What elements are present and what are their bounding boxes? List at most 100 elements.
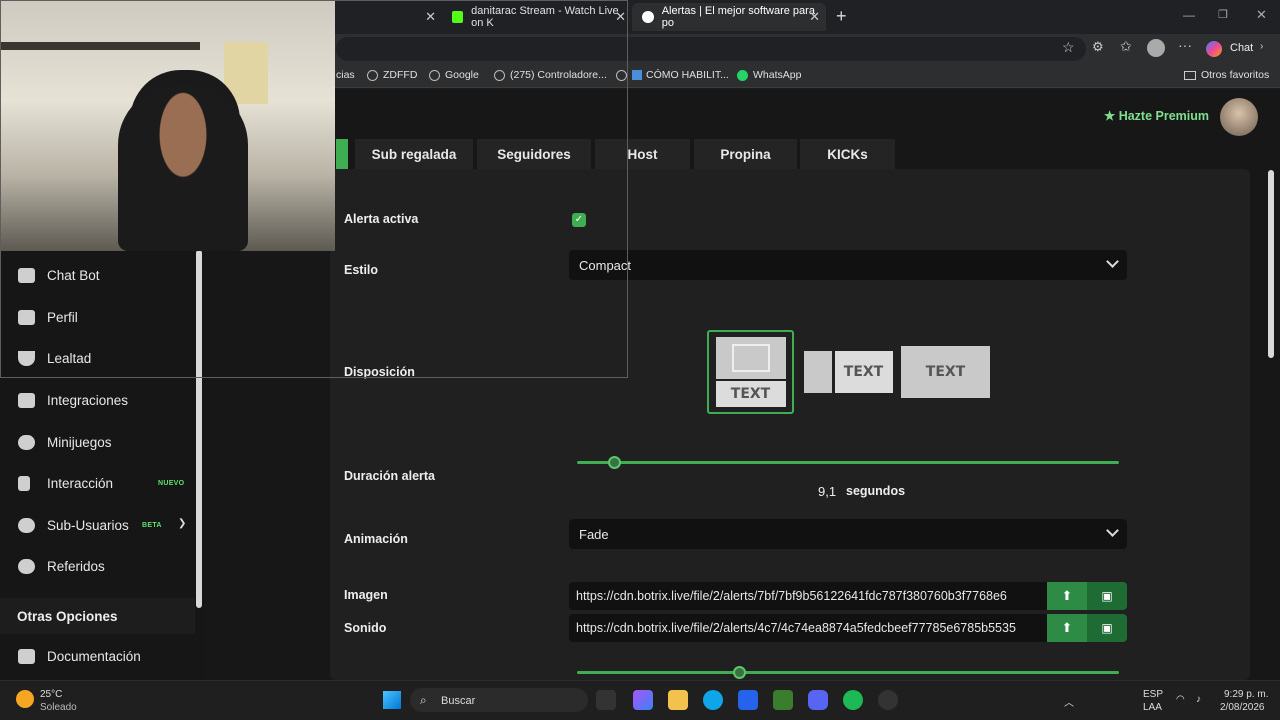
animation-label: Animación	[344, 532, 408, 546]
spotify-icon[interactable]	[843, 690, 863, 710]
windows-start-icon[interactable]	[383, 691, 401, 709]
close-window-icon[interactable]: ✕	[1256, 7, 1267, 23]
profile-icon[interactable]	[1147, 39, 1165, 57]
clock-time[interactable]: 9:29 p. m.	[1224, 689, 1268, 700]
webcam-frame	[0, 0, 628, 378]
task-view-icon[interactable]	[596, 690, 616, 710]
chevron-down-icon[interactable]: ❯	[178, 518, 186, 529]
image-url-input[interactable]: https://cdn.botrix.live/file/2/alerts/7b…	[569, 582, 1047, 610]
sound-label: Sonido	[344, 621, 387, 635]
botrix-icon	[642, 11, 654, 23]
image-placeholder-icon	[715, 337, 786, 379]
gallery-icon: ▣	[1101, 621, 1113, 635]
sidebar-item-minijuegos[interactable]: Minijuegos	[18, 435, 112, 450]
volume-slider[interactable]	[577, 671, 1119, 674]
sidebar-item-sub-usuarios[interactable]: Sub-Usuarios	[18, 518, 129, 533]
language-top[interactable]: ESP	[1143, 689, 1163, 700]
tab-propina[interactable]: Propina	[694, 139, 797, 169]
volume-icon[interactable]: ♪	[1196, 694, 1201, 705]
sidebar-item-interaccion[interactable]: Interacción	[18, 476, 113, 491]
copilot-icon	[1206, 41, 1222, 57]
star-icon: ★	[1104, 109, 1116, 123]
browser-tab-alertas[interactable]: Alertas | El mejor software para po ✕	[632, 3, 826, 31]
style-select[interactable]: Compact	[569, 250, 1127, 280]
file-explorer-icon[interactable]	[668, 690, 688, 710]
weather-icon	[16, 690, 34, 708]
gamepad-icon	[18, 435, 35, 450]
tab-label: Alertas | El mejor software para po	[661, 5, 815, 29]
music-icon	[18, 476, 30, 491]
upload-icon: ⬆	[1061, 620, 1073, 635]
section-title: Otras Opciones	[17, 609, 118, 624]
obs-icon[interactable]	[878, 690, 898, 710]
folder-icon	[1184, 70, 1196, 80]
bookmark-item[interactable]: CÓMO HABILIT...	[616, 69, 729, 81]
new-badge: NUEVO	[158, 480, 185, 487]
gallery-icon: ▣	[1101, 589, 1113, 603]
upload-sound-button[interactable]: ⬆	[1047, 614, 1087, 642]
layout-option-overlay[interactable]: TEXT	[901, 330, 990, 414]
duration-slider-handle[interactable]	[607, 456, 621, 469]
taskbar-search[interactable]	[410, 688, 588, 712]
chevron-down-icon	[1106, 255, 1119, 268]
sidebar-item-documentacion[interactable]: Documentación	[18, 649, 141, 664]
volume-slider-handle[interactable]	[732, 666, 746, 679]
tab-kicks[interactable]: KICKs	[800, 139, 895, 169]
m365-icon[interactable]	[633, 690, 653, 710]
restore-icon[interactable]: ❐	[1218, 8, 1228, 21]
duration-label: Duración alerta	[344, 469, 436, 483]
gallery-sound-button[interactable]: ▣	[1087, 614, 1127, 642]
layout-option-stacked[interactable]: TEXT	[707, 330, 794, 414]
premium-button[interactable]: ★ Hazte Premium	[1104, 108, 1209, 123]
store-icon[interactable]	[738, 690, 758, 710]
bookmark-item[interactable]: WhatsApp	[737, 69, 801, 81]
other-favorites[interactable]: Otros favoritos	[1184, 69, 1269, 81]
upload-icon: ⬆	[1061, 588, 1073, 603]
duration-value: 9,1	[818, 484, 837, 499]
animation-select[interactable]: Fade	[569, 519, 1127, 549]
upload-image-button[interactable]: ⬆	[1047, 582, 1087, 610]
page-scrollbar[interactable]	[1268, 170, 1274, 358]
whatsapp-icon	[737, 69, 748, 81]
image-label: Imagen	[344, 588, 388, 602]
clock-date[interactable]: 2/08/2026	[1220, 702, 1265, 713]
chat-button[interactable]: Chat	[1230, 42, 1253, 54]
wifi-icon[interactable]: ◠	[1176, 694, 1185, 705]
beta-badge: BETA	[142, 522, 162, 529]
chevron-right-icon[interactable]: ›	[1260, 41, 1263, 52]
avatar[interactable]	[1220, 98, 1258, 136]
language-bottom[interactable]: LAA	[1143, 702, 1162, 713]
gallery-image-button[interactable]: ▣	[1087, 582, 1127, 610]
duration-slider[interactable]	[577, 461, 1119, 464]
minimize-icon[interactable]: —	[1183, 8, 1195, 22]
integrations-icon	[18, 393, 35, 408]
sound-url-input[interactable]: https://cdn.botrix.live/file/2/alerts/4c…	[569, 614, 1047, 642]
search-placeholder: Buscar	[441, 695, 476, 707]
weather-desc: Soleado	[40, 702, 77, 713]
favorites-icon[interactable]: ✩	[1120, 38, 1132, 55]
weather-temp: 25°C	[40, 689, 63, 700]
doc-icon	[632, 70, 642, 80]
more-menu-icon[interactable]: ···	[1178, 37, 1192, 53]
users-cog-icon	[18, 518, 35, 533]
layout-text: TEXT	[834, 351, 893, 393]
layout-text: TEXT	[715, 381, 786, 407]
edge-icon[interactable]	[703, 690, 723, 710]
discord-icon[interactable]	[808, 690, 828, 710]
sidebar-item-referidos[interactable]: Referidos	[18, 559, 105, 574]
chevron-down-icon	[1106, 524, 1119, 537]
duration-unit: segundos	[846, 484, 906, 498]
users-icon	[18, 559, 35, 574]
favorite-star-icon[interactable]: ☆	[1062, 39, 1075, 56]
search-icon: ⌕	[420, 693, 427, 707]
minecraft-icon[interactable]	[773, 690, 793, 710]
image-placeholder-icon	[803, 351, 832, 393]
layout-option-side[interactable]: TEXT	[803, 330, 893, 414]
extensions-icon[interactable]: ⚙	[1092, 39, 1104, 55]
sidebar-item-integraciones[interactable]: Integraciones	[18, 393, 128, 408]
book-icon	[18, 649, 35, 664]
layout-text: TEXT	[901, 346, 990, 398]
new-tab-icon[interactable]: +	[836, 6, 847, 27]
close-tab-icon[interactable]: ✕	[809, 9, 820, 25]
tray-chevron-icon[interactable]: ︿	[1064, 694, 1074, 709]
